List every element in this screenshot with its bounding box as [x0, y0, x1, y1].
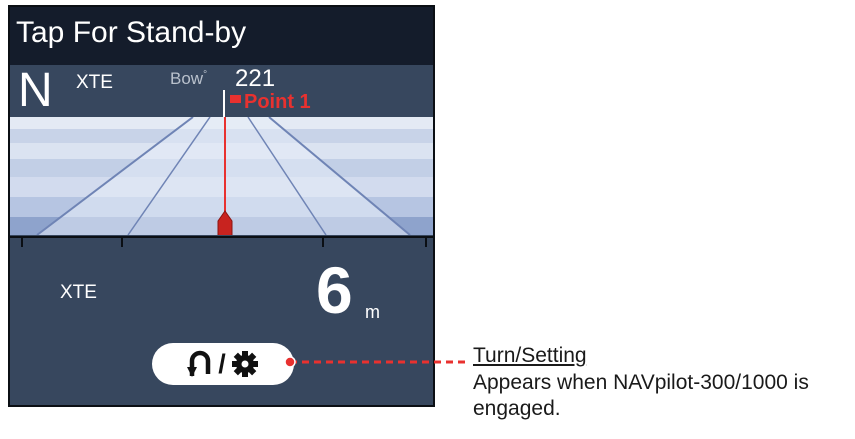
callout-description: Appears when NAVpilot-300/1000 is engage… [473, 371, 809, 421]
callout-title: Turn/Setting [473, 344, 587, 367]
